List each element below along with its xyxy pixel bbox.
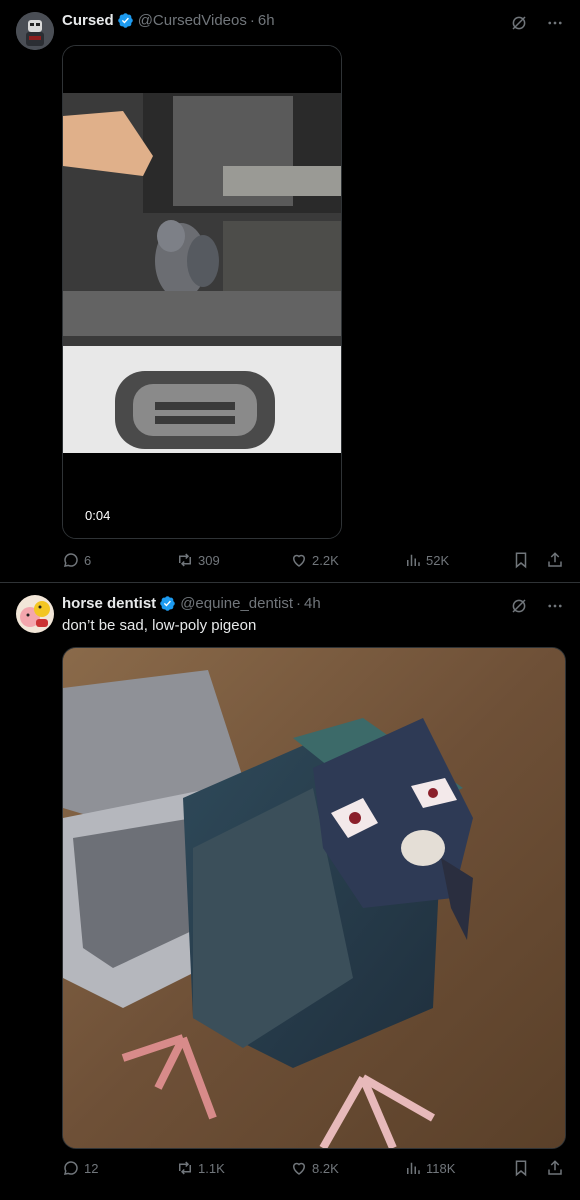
bookmark-icon[interactable] xyxy=(512,551,530,574)
reply-button[interactable]: 6 xyxy=(62,551,91,569)
grok-icon[interactable] xyxy=(510,597,528,615)
post-text: don’t be sad, low-poly pigeon xyxy=(62,617,257,634)
bookmark-icon[interactable] xyxy=(512,1159,530,1182)
video-player[interactable]: 0:04 xyxy=(62,45,342,539)
post-image[interactable] xyxy=(62,647,566,1149)
repost-icon xyxy=(179,1161,191,1175)
post-top-icons xyxy=(510,14,564,32)
views-count: 52K xyxy=(426,552,450,568)
like-icon xyxy=(292,1162,306,1175)
display-name[interactable]: horse dentist xyxy=(62,595,156,612)
share-icon[interactable] xyxy=(546,1159,564,1182)
views-button[interactable]: 52K xyxy=(404,551,449,569)
repost-icon xyxy=(179,553,191,567)
post-header: horse dentist @equine_dentist · 4h xyxy=(62,595,321,612)
verified-badge-icon xyxy=(117,12,134,29)
video-duration: 0:04 xyxy=(81,507,115,524)
post-header: Cursed @CursedVideos · 6h xyxy=(62,12,275,29)
avatar[interactable] xyxy=(16,12,54,50)
post-actions: 12 1.1K 8.2K 118K xyxy=(62,1159,564,1181)
repost-count: 1.1K xyxy=(198,1160,225,1176)
like-button[interactable]: 2.2K xyxy=(290,551,339,569)
post-top-icons xyxy=(510,597,564,615)
separator: · xyxy=(296,595,301,612)
tweet-cursed-videos[interactable]: Cursed @CursedVideos · 6h 0:04 6 309 2.2… xyxy=(0,0,580,582)
post-secondary-actions xyxy=(512,551,564,574)
like-count: 2.2K xyxy=(312,552,339,568)
reply-icon xyxy=(63,553,78,567)
like-count: 8.2K xyxy=(312,1160,339,1176)
views-count: 118K xyxy=(426,1160,456,1176)
low-poly-pigeon-image xyxy=(63,648,565,1148)
verified-badge-icon xyxy=(159,595,176,612)
repost-count: 309 xyxy=(198,552,220,568)
share-icon[interactable] xyxy=(546,551,564,574)
tweet-horse-dentist[interactable]: horse dentist @equine_dentist · 4h don’t… xyxy=(0,583,580,1200)
grok-icon[interactable] xyxy=(510,14,528,32)
reply-button[interactable]: 12 xyxy=(62,1159,98,1177)
post-actions: 6 309 2.2K 52K xyxy=(62,551,564,573)
post-secondary-actions xyxy=(512,1159,564,1182)
more-icon[interactable] xyxy=(546,14,564,32)
like-icon xyxy=(292,554,306,567)
timestamp[interactable]: 4h xyxy=(304,595,321,612)
handle[interactable]: @equine_dentist xyxy=(180,595,293,612)
repost-button[interactable]: 1.1K xyxy=(176,1159,225,1177)
reply-count: 6 xyxy=(84,552,92,568)
video-frame xyxy=(63,46,341,538)
more-icon[interactable] xyxy=(546,597,564,615)
avatar[interactable] xyxy=(16,595,54,633)
separator: · xyxy=(249,12,255,29)
views-icon xyxy=(407,1162,420,1174)
display-name[interactable]: Cursed xyxy=(62,12,114,29)
repost-button[interactable]: 309 xyxy=(176,551,220,569)
views-icon xyxy=(407,554,420,566)
timestamp[interactable]: 6h xyxy=(258,12,275,29)
like-button[interactable]: 8.2K xyxy=(290,1159,339,1177)
reply-count: 12 xyxy=(84,1160,99,1176)
reply-icon xyxy=(63,1161,78,1175)
handle[interactable]: @CursedVideos xyxy=(138,12,247,29)
views-button[interactable]: 118K xyxy=(404,1159,455,1177)
